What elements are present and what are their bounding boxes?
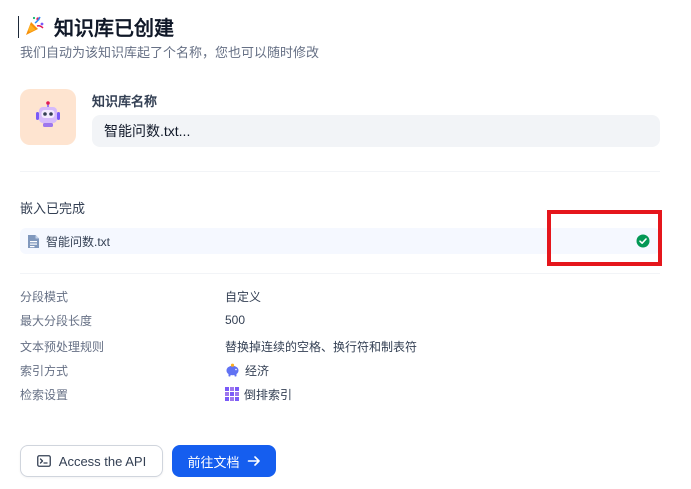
terminal-icon — [36, 455, 51, 467]
dataset-name-value: 智能问数.txt... — [104, 123, 191, 139]
access-api-button[interactable]: Access the API — [20, 445, 163, 477]
dataset-name-label: 知识库名称 — [92, 94, 158, 109]
settings-row-retrieval: 检索设置 倒排索引 — [20, 384, 660, 404]
divider — [20, 273, 660, 274]
settings-row-preprocess: 文本预处理规则 替换掉连续的空格、换行符和制表符 — [20, 336, 660, 356]
dataset-avatar[interactable] — [20, 89, 76, 145]
settings-value: 替换掉连续的空格、换行符和制表符 — [225, 339, 418, 354]
embedding-status-title: 嵌入已完成 — [20, 201, 86, 216]
settings-key: 索引方式 — [20, 363, 69, 378]
page-subtitle: 我们自动为该知识库起了个名称，您也可以随时修改 — [20, 45, 320, 60]
settings-row-index-mode: 索引方式 经济 — [20, 360, 660, 380]
settings-key: 检索设置 — [20, 387, 69, 402]
piggy-bank-icon — [226, 363, 239, 377]
settings-key: 最大分段长度 — [20, 313, 93, 328]
settings-value: 自定义 — [225, 289, 262, 304]
settings-value: 经济 — [225, 362, 269, 379]
go-to-documents-button[interactable]: 前往文档 — [172, 445, 276, 477]
check-circle-icon — [636, 234, 650, 248]
dataset-name-input[interactable]: 智能问数.txt... — [92, 115, 660, 147]
go-to-documents-label: 前往文档 — [187, 454, 240, 470]
text-cursor — [18, 16, 19, 38]
file-name: 智能问数.txt — [46, 234, 111, 249]
settings-value: 倒排索引 — [225, 386, 292, 403]
grid-icon — [225, 387, 239, 401]
settings-value: 500 — [225, 313, 246, 327]
arrow-right-icon — [247, 456, 260, 466]
robot-icon — [33, 100, 63, 135]
settings-key: 分段模式 — [20, 289, 69, 304]
document-icon — [27, 234, 40, 249]
settings-key: 文本预处理规则 — [20, 339, 105, 354]
party-popper-icon — [23, 15, 45, 37]
settings-row-segment-mode: 分段模式 自定义 — [20, 286, 660, 306]
page-title: 知识库已创建 — [54, 18, 174, 40]
file-row[interactable]: 智能问数.txt — [20, 228, 660, 254]
access-api-label: Access the API — [58, 453, 147, 469]
settings-row-max-length: 最大分段长度 500 — [20, 310, 660, 330]
divider — [20, 171, 660, 172]
